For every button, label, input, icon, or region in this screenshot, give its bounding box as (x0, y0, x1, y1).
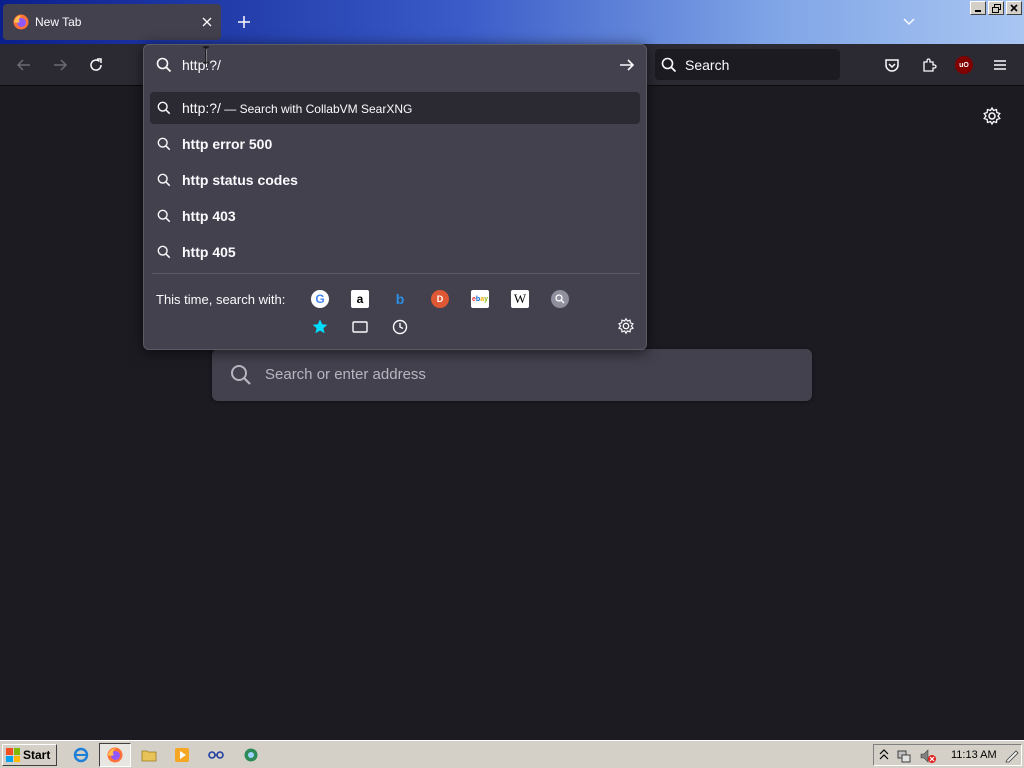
volume-muted-icon[interactable] (919, 748, 937, 764)
plus-icon (238, 16, 250, 28)
restore-icon (991, 3, 1001, 13)
start-button[interactable]: Start (2, 744, 57, 766)
urlbar-result-suggestion[interactable]: http status codes (150, 164, 640, 196)
search-icon (231, 365, 251, 385)
result-action-text: — Search with CollabVM SearXNG (220, 102, 413, 116)
one-off-search-label: This time, search with: (156, 292, 286, 307)
searxng-engine-icon[interactable] (551, 290, 569, 308)
urlbar-dropdown: http:?/ http:?/ — Search with CollabVM S… (143, 44, 647, 350)
wikipedia-engine-icon[interactable]: W (511, 290, 529, 308)
search-icon (157, 137, 171, 151)
urlbar-result-suggestion[interactable]: http error 500 (150, 128, 640, 160)
pocket-button[interactable] (880, 53, 904, 77)
url-input-value: http:?/ (182, 57, 221, 73)
minimize-icon (975, 10, 981, 12)
close-window-button[interactable] (1006, 1, 1022, 15)
newtab-search-box[interactable]: Search or enter address (212, 349, 812, 401)
search-icon (157, 101, 171, 115)
amazon-engine-icon[interactable]: a (351, 290, 369, 308)
result-text: http:?/ — Search with CollabVM SearXNG (182, 100, 413, 116)
gear-icon (983, 106, 1001, 126)
reload-icon (90, 58, 102, 71)
hamburger-menu-icon (994, 60, 1006, 70)
folder-icon[interactable] (140, 746, 158, 764)
search-icon (661, 57, 677, 72)
result-text: http 403 (182, 208, 236, 224)
search-icon (157, 173, 171, 187)
urlbar-result-suggestion[interactable]: http 403 (150, 200, 640, 232)
puzzle-icon (923, 58, 937, 72)
go-arrow-icon[interactable] (618, 56, 636, 74)
chevron-up-icon[interactable] (879, 749, 889, 761)
back-arrow-icon (16, 59, 30, 71)
ublock-origin-icon[interactable]: uO (955, 56, 973, 74)
list-all-tabs-button[interactable] (901, 14, 921, 30)
newtab-settings-button[interactable] (982, 106, 1004, 128)
search-icon (156, 57, 172, 73)
minimize-button[interactable] (970, 1, 986, 15)
bing-engine-icon[interactable]: b (391, 290, 409, 308)
internet-explorer-icon[interactable] (72, 746, 90, 764)
firefox-icon (107, 747, 123, 763)
chevron-down-icon (903, 18, 915, 26)
system-tray: 11:13 AM (873, 744, 1022, 766)
url-input[interactable]: http:?/ (144, 45, 646, 85)
close-tab-icon[interactable] (197, 12, 217, 32)
restore-button[interactable] (988, 1, 1004, 15)
start-label: Start (23, 748, 51, 762)
divider (152, 273, 640, 274)
google-engine-icon[interactable]: G (311, 290, 329, 308)
result-text: http 405 (182, 244, 236, 260)
window-controls (970, 1, 1022, 15)
close-icon (1010, 4, 1018, 12)
clock: 11:13 AM (951, 749, 997, 761)
search-icon (157, 209, 171, 223)
firefox-taskbar-button[interactable] (99, 743, 131, 767)
pocket-icon (885, 59, 899, 72)
text-cursor-pointer-icon (203, 46, 209, 64)
firefox-icon (13, 14, 29, 30)
tabs-icon[interactable] (351, 318, 369, 336)
search-icon (157, 245, 171, 259)
extensions-button[interactable] (917, 53, 941, 77)
result-text: http error 500 (182, 136, 273, 152)
tab-title: New Tab (35, 15, 82, 29)
windows-logo-icon (6, 748, 20, 762)
search-settings-button[interactable] (617, 317, 635, 335)
taskbar: Start 11:13 AM (0, 740, 1024, 768)
search-bar[interactable]: Search (655, 49, 840, 80)
network-tray-icon[interactable] (896, 748, 912, 764)
history-clock-icon[interactable] (391, 318, 409, 336)
newtab-search-placeholder: Search or enter address (265, 366, 426, 383)
forward-arrow-icon (54, 59, 68, 71)
tab-strip: New Tab (0, 0, 1024, 44)
app-menu-button[interactable] (988, 53, 1012, 77)
tab-new-tab[interactable]: New Tab (3, 4, 221, 40)
glasses-app-icon[interactable] (207, 746, 225, 764)
urlbar-result-heuristic[interactable]: http:?/ — Search with CollabVM SearXNG (150, 92, 640, 124)
pen-tray-icon[interactable] (1004, 747, 1020, 763)
bookmarks-star-icon[interactable] (311, 318, 329, 336)
network-app-icon[interactable] (242, 746, 260, 764)
media-player-icon[interactable] (173, 746, 191, 764)
search-bar-placeholder: Search (685, 56, 730, 73)
new-tab-button[interactable] (233, 11, 255, 33)
urlbar-result-suggestion[interactable]: http 405 (150, 236, 640, 268)
duckduckgo-engine-icon[interactable]: D (431, 290, 449, 308)
result-text: http status codes (182, 172, 298, 188)
reload-button[interactable] (84, 53, 108, 77)
ebay-engine-icon[interactable]: ebay (471, 290, 489, 308)
forward-button[interactable] (48, 53, 72, 77)
gear-icon (618, 317, 634, 335)
back-button[interactable] (12, 53, 36, 77)
